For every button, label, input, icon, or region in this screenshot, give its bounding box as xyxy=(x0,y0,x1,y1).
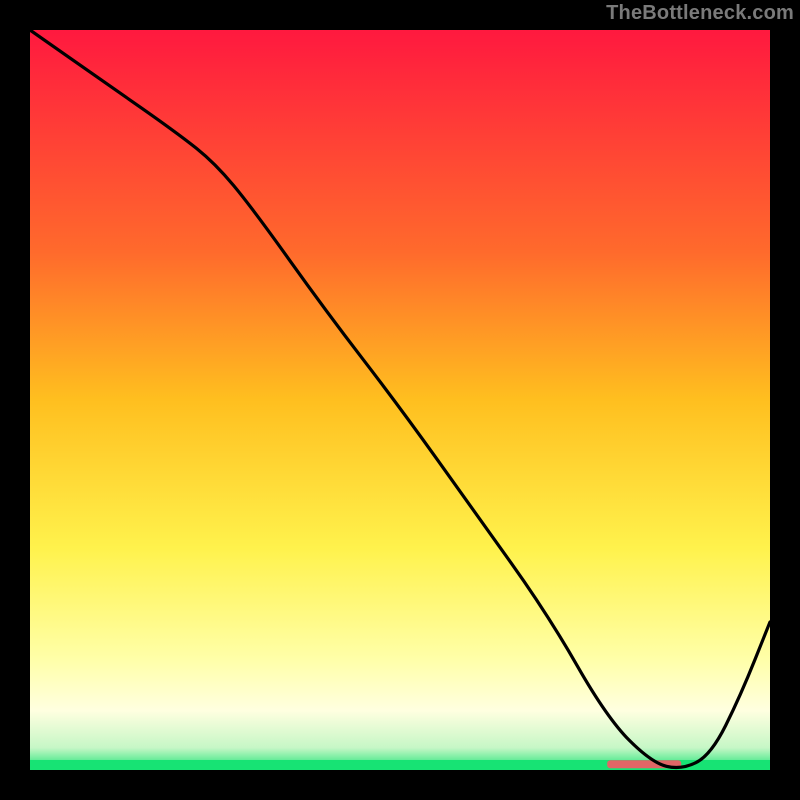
gradient-background xyxy=(30,30,770,770)
watermark-text: TheBottleneck.com xyxy=(606,2,794,25)
plot-area xyxy=(30,30,770,770)
chart-frame: TheBottleneck.com xyxy=(0,0,800,800)
plot-svg xyxy=(30,30,770,770)
